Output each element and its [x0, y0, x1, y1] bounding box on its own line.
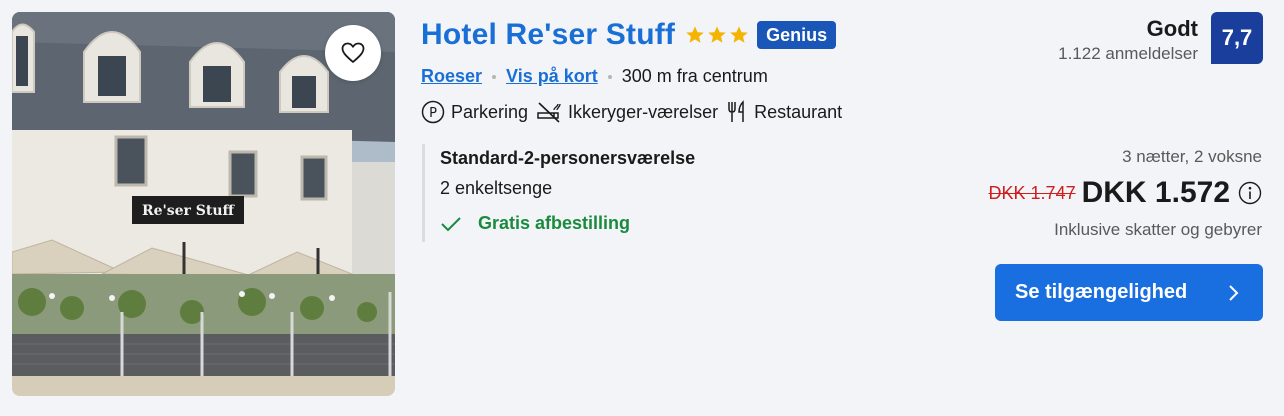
favorite-button[interactable]	[325, 25, 381, 81]
review-count[interactable]: 1.122 anmeldelser	[1058, 44, 1198, 64]
amenity-non-smoking: Ikkeryger-værelser	[536, 100, 718, 124]
city-link[interactable]: Roeser	[421, 66, 482, 87]
cancellation-label: Gratis afbestilling	[478, 213, 631, 233]
chevron-right-icon	[1229, 285, 1239, 301]
separator-dot	[492, 74, 497, 79]
hotel-sign: Re'ser Stuff	[142, 203, 236, 219]
current-price: DKK 1.572	[1081, 176, 1230, 209]
info-icon[interactable]	[1238, 181, 1262, 205]
hotel-title-row: Hotel Re'ser Stuff Genius	[421, 16, 837, 54]
distance-text: 300 m fra centrum	[621, 66, 768, 86]
free-cancellation: Gratis afbestilling	[440, 213, 630, 234]
separator-dot	[607, 74, 612, 79]
star-icon	[730, 26, 748, 43]
no-smoking-icon	[537, 102, 561, 123]
amenity-label: Restaurant	[754, 101, 843, 122]
star-icon	[686, 26, 704, 43]
heart-icon	[341, 42, 365, 63]
room-type: Standard-2-personersværelse	[440, 148, 696, 168]
svg-text:P: P	[429, 106, 437, 121]
room-beds: 2 enkeltsenge	[440, 178, 553, 198]
star-icon	[708, 26, 726, 43]
original-price: DKK 1.747	[988, 182, 1076, 203]
genius-badge: Genius	[757, 21, 837, 49]
show-on-map-link[interactable]: Vis på kort	[506, 66, 598, 87]
star-rating	[685, 25, 749, 45]
amenities-row: P Parkering Ikkeryger-værelser Restauran…	[421, 100, 850, 124]
amenity-restaurant: Restaurant	[726, 100, 842, 124]
taxes-note: Inklusive skatter og gebyrer	[1054, 220, 1262, 239]
hotel-name-link[interactable]: Hotel Re'ser Stuff	[421, 18, 675, 52]
see-availability-button[interactable]: Se tilgængelighed	[995, 264, 1263, 321]
price-row: DKK 1.747 DKK 1.572	[989, 176, 1262, 210]
cta-label: Se tilgængelighed	[1015, 281, 1188, 303]
checkmark-icon	[441, 216, 461, 231]
amenity-label: Parkering	[451, 101, 529, 122]
restaurant-icon	[728, 100, 744, 122]
amenity-label: Ikkeryger-værelser	[568, 101, 719, 122]
rating-word: Godt	[1146, 16, 1198, 41]
location-row: Roeser Vis på kort 300 m fra centrum	[421, 66, 768, 87]
review-score-badge: 7,7	[1211, 12, 1263, 64]
room-divider	[422, 144, 425, 242]
parking-icon: P	[421, 100, 445, 124]
stay-summary: 3 nætter, 2 voksne	[1122, 147, 1262, 166]
amenity-parking: P Parkering	[421, 100, 528, 124]
